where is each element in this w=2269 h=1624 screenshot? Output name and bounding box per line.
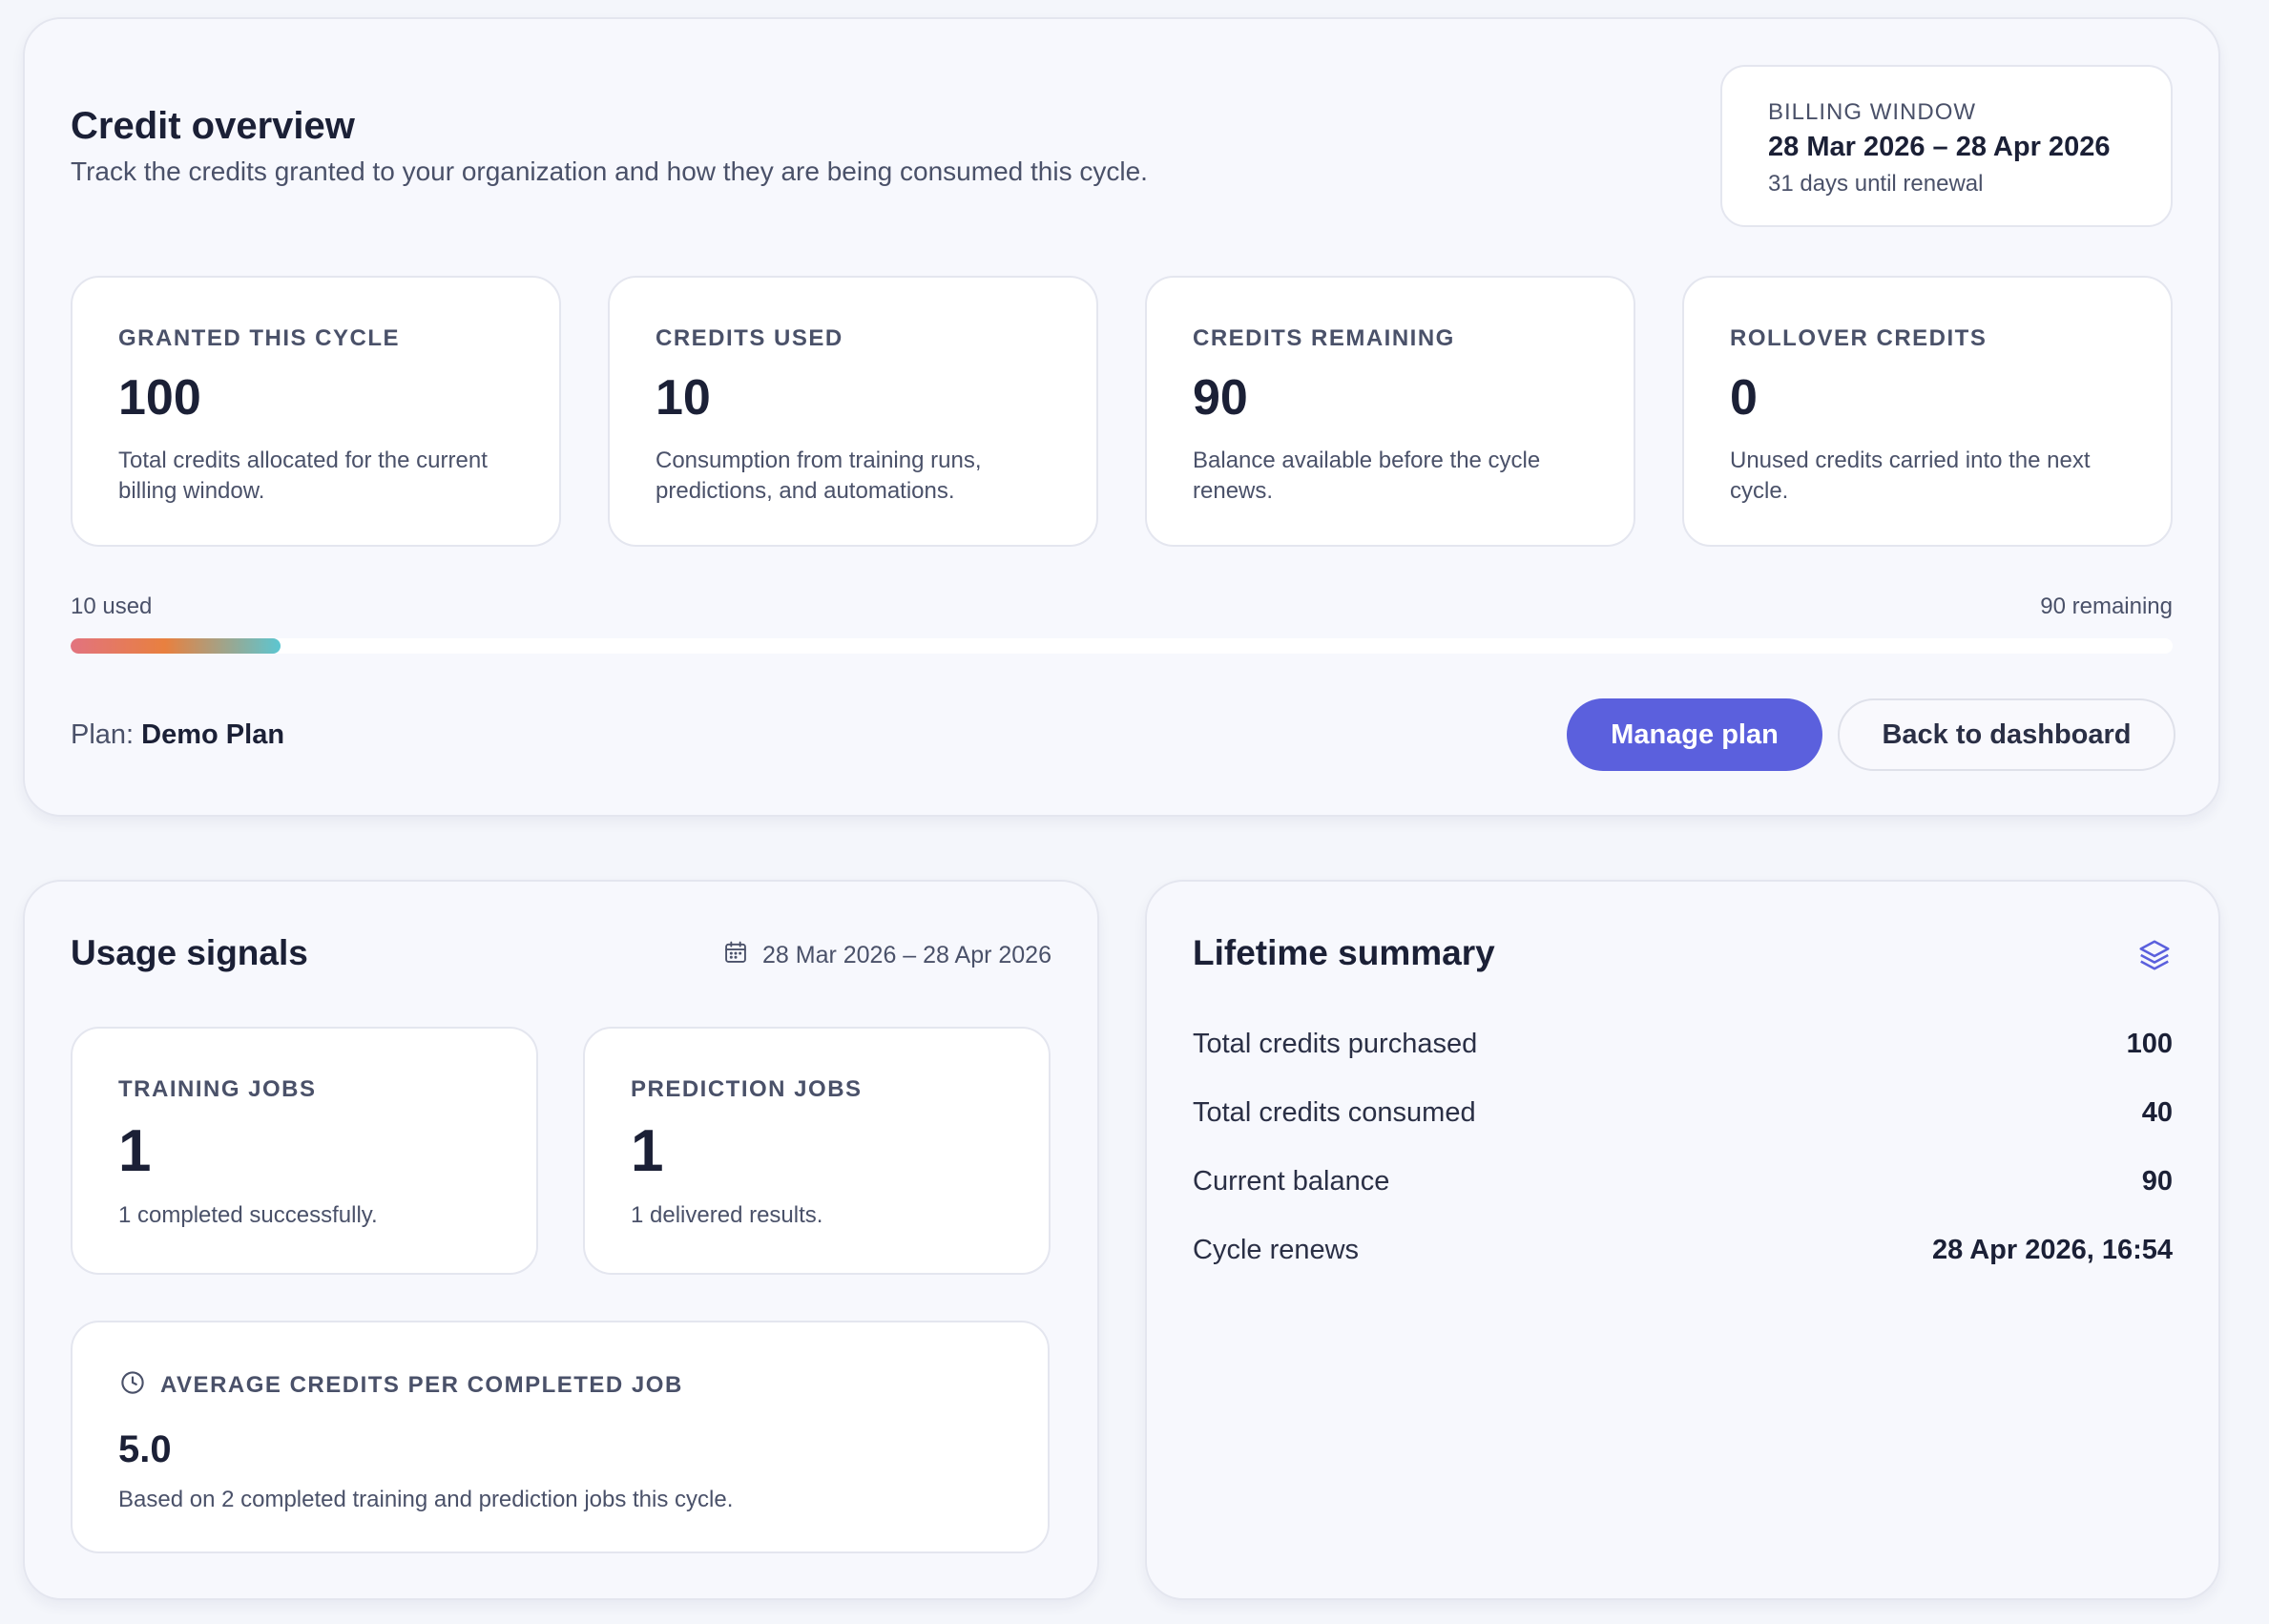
lifetime-row-label: Total credits purchased <box>1193 1029 1478 1059</box>
stat-card-used: CREDITS USED 10 Consumption from trainin… <box>608 276 1098 547</box>
credit-progress-labels: 10 used 90 remaining <box>71 593 2173 620</box>
credit-overview-subtitle: Track the credits granted to your organi… <box>71 156 1148 186</box>
prediction-jobs-label: PREDICTION JOBS <box>631 1076 863 1102</box>
current-plan: Plan: Demo Plan <box>71 719 284 751</box>
stat-card-remaining: CREDITS REMAINING 90 Balance available b… <box>1145 276 1635 547</box>
credit-overview-card: Credit overview Track the credits grante… <box>23 17 2220 817</box>
lifetime-row-value: 40 <box>2141 1097 2173 1128</box>
average-credits-description: Based on 2 completed training and predic… <box>118 1487 734 1512</box>
stat-description: Total credits allocated for the current … <box>118 448 488 504</box>
layers-icon <box>2136 937 2173 978</box>
usage-date-range-text: 28 Mar 2026 – 28 Apr 2026 <box>761 942 1051 968</box>
training-jobs-value: 1 <box>118 1118 152 1184</box>
usage-signals-title: Usage signals <box>71 933 308 972</box>
stat-description: Consumption from training runs, predicti… <box>656 448 982 504</box>
training-jobs-card: TRAINING JOBS 1 1 completed successfully… <box>71 1027 538 1275</box>
training-jobs-label: TRAINING JOBS <box>118 1076 317 1102</box>
clock-icon <box>118 1368 147 1402</box>
credit-progress-fill <box>71 638 281 654</box>
lifetime-row: Cycle renews 28 Apr 2026, 16:54 <box>1193 1235 2173 1273</box>
credit-overview-title: Credit overview <box>71 105 355 147</box>
lifetime-row: Current balance 90 <box>1193 1166 2173 1204</box>
lifetime-summary-title: Lifetime summary <box>1193 933 1495 972</box>
stat-card-rollover: ROLLOVER CREDITS 0 Unused credits carrie… <box>1682 276 2173 547</box>
average-credits-card: AVERAGE CREDITS PER COMPLETED JOB 5.0 Ba… <box>71 1321 1050 1553</box>
lifetime-row-label: Total credits consumed <box>1193 1097 1476 1128</box>
stat-value: 90 <box>1193 370 1248 426</box>
stat-label: GRANTED THIS CYCLE <box>118 325 401 351</box>
lifetime-row-value: 100 <box>2126 1029 2173 1059</box>
stat-label: CREDITS REMAINING <box>1193 325 1455 351</box>
plan-prefix: Plan: <box>71 719 135 750</box>
lifetime-row: Total credits consumed 40 <box>1193 1097 2173 1135</box>
stat-label: ROLLOVER CREDITS <box>1730 325 1988 351</box>
average-credits-value: 5.0 <box>118 1428 172 1470</box>
stat-description: Unused credits carried into the next cyc… <box>1730 448 2091 504</box>
billing-window-range: 28 Mar 2026 – 28 Apr 2026 <box>1768 132 2111 162</box>
prediction-jobs-card: PREDICTION JOBS 1 1 delivered results. <box>583 1027 1051 1275</box>
calendar-icon <box>722 939 749 972</box>
lifetime-summary-card: Lifetime summary Total credits purchased… <box>1145 880 2220 1600</box>
billing-window-label: BILLING WINDOW <box>1768 99 1977 125</box>
stat-card-granted: GRANTED THIS CYCLE 100 Total credits all… <box>71 276 561 547</box>
prediction-jobs-description: 1 delivered results. <box>631 1202 823 1228</box>
plan-name: Demo Plan <box>141 719 285 750</box>
usage-date-range: 28 Mar 2026 – 28 Apr 2026 <box>722 939 1051 972</box>
stat-description: Balance available before the cycle renew… <box>1193 448 1541 504</box>
stat-label: CREDITS USED <box>656 325 843 351</box>
billing-window-renewal-note: 31 days until renewal <box>1768 171 1984 197</box>
stat-value: 10 <box>656 370 711 426</box>
lifetime-row-label: Cycle renews <box>1193 1235 1360 1265</box>
prediction-jobs-value: 1 <box>631 1118 664 1184</box>
progress-remaining-label: 90 remaining <box>2040 593 2173 619</box>
manage-plan-button[interactable]: Manage plan <box>1567 698 1822 771</box>
stat-value: 0 <box>1730 370 1758 426</box>
average-credits-label: AVERAGE CREDITS PER COMPLETED JOB <box>160 1371 683 1398</box>
back-to-dashboard-button[interactable]: Back to dashboard <box>1838 698 2175 771</box>
lifetime-row-value: 28 Apr 2026, 16:54 <box>1931 1235 2173 1265</box>
stat-value: 100 <box>118 370 201 426</box>
billing-window-panel: BILLING WINDOW 28 Mar 2026 – 28 Apr 2026… <box>1720 65 2173 227</box>
training-jobs-description: 1 completed successfully. <box>118 1202 378 1228</box>
progress-used-label: 10 used <box>71 593 153 619</box>
credit-progress-bar <box>71 638 2173 654</box>
usage-signals-card: Usage signals 28 Mar 2026 – 28 Apr 2026 … <box>23 880 1099 1600</box>
lifetime-row: Total credits purchased 100 <box>1193 1029 2173 1067</box>
lifetime-row-value: 90 <box>2141 1166 2173 1197</box>
lifetime-row-label: Current balance <box>1193 1166 1390 1197</box>
